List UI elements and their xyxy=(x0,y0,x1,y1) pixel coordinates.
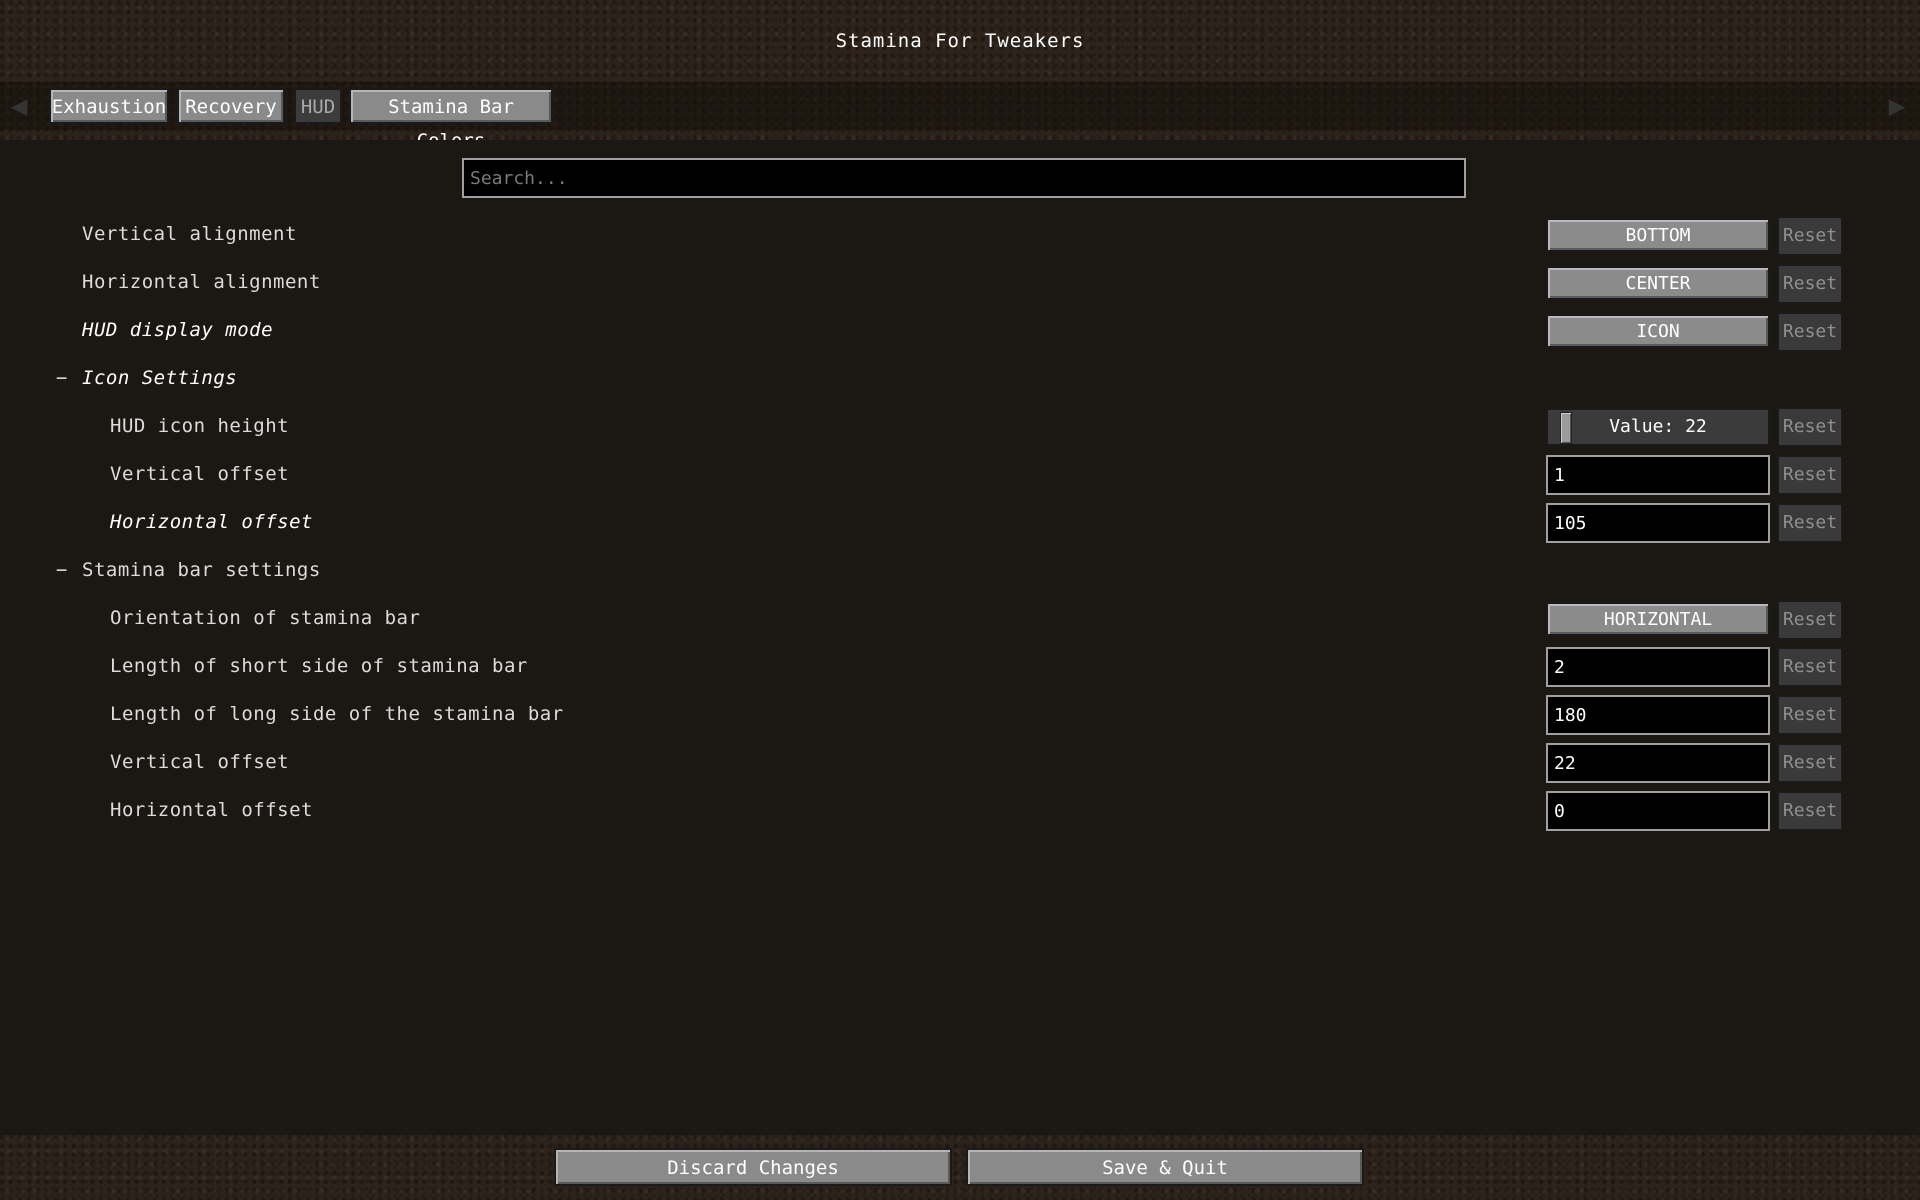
vertical-alignment-reset-button[interactable]: Reset xyxy=(1777,216,1843,256)
icon-horizontal-offset-label: Horizontal offset xyxy=(110,511,313,533)
hud-icon-height-reset-button[interactable]: Reset xyxy=(1777,407,1843,447)
horizontal-alignment-button[interactable]: CENTER xyxy=(1546,266,1770,300)
stamina-bar-orientation-label: Orientation of stamina bar xyxy=(110,607,421,629)
icon-horizontal-offset-input[interactable] xyxy=(1546,503,1770,543)
stamina-bar-settings-section-label[interactable]: Stamina bar settings xyxy=(82,559,321,581)
vertical-alignment-label: Vertical alignment xyxy=(82,223,297,245)
stamina-bar-short-side-label: Length of short side of stamina bar xyxy=(110,655,528,677)
stamina-bar-horizontal-offset-input[interactable] xyxy=(1546,791,1770,831)
stamina-bar-long-side-reset-button[interactable]: Reset xyxy=(1777,695,1843,735)
stamina-bar-vertical-offset-reset-button[interactable]: Reset xyxy=(1777,743,1843,783)
window-title: Stamina For Tweakers xyxy=(835,30,1085,52)
stamina-bar-settings-collapse-icon[interactable]: − xyxy=(56,559,67,581)
search-input[interactable] xyxy=(462,158,1466,198)
stamina-bar-horizontal-offset-label: Horizontal offset xyxy=(110,799,313,821)
icon-vertical-offset-label: Vertical offset xyxy=(110,463,290,485)
slider-handle[interactable] xyxy=(1560,412,1572,444)
stamina-bar-long-side-input[interactable] xyxy=(1546,695,1770,735)
tab-recovery[interactable]: Recovery xyxy=(177,88,285,124)
hud-icon-height-label: HUD icon height xyxy=(110,415,290,437)
footer xyxy=(0,1135,1920,1200)
stamina-bar-orientation-button[interactable]: HORIZONTAL xyxy=(1546,602,1770,636)
save-and-quit-button[interactable]: Save & Quit xyxy=(966,1148,1364,1186)
stamina-bar-vertical-offset-input[interactable] xyxy=(1546,743,1770,783)
icon-vertical-offset-reset-button[interactable]: Reset xyxy=(1777,455,1843,495)
hud-icon-height-value: Value: 22 xyxy=(1609,416,1707,437)
tab-scroll-left-icon[interactable]: ◀ xyxy=(10,90,28,122)
vertical-alignment-button[interactable]: BOTTOM xyxy=(1546,218,1770,252)
stamina-bar-horizontal-offset-reset-button[interactable]: Reset xyxy=(1777,791,1843,831)
horizontal-alignment-label: Horizontal alignment xyxy=(82,271,321,293)
discard-changes-button[interactable]: Discard Changes xyxy=(554,1148,952,1186)
stamina-bar-short-side-input[interactable] xyxy=(1546,647,1770,687)
icon-settings-collapse-icon[interactable]: − xyxy=(56,367,67,389)
stamina-bar-short-side-reset-button[interactable]: Reset xyxy=(1777,647,1843,687)
hud-display-mode-button[interactable]: ICON xyxy=(1546,314,1770,348)
stamina-bar-orientation-reset-button[interactable]: Reset xyxy=(1777,600,1843,640)
tab-stamina-bar-colors[interactable]: Stamina Bar Colors xyxy=(349,88,553,152)
horizontal-alignment-reset-button[interactable]: Reset xyxy=(1777,264,1843,304)
hud-display-mode-reset-button[interactable]: Reset xyxy=(1777,312,1843,352)
hud-display-mode-label: HUD display mode xyxy=(82,319,274,341)
hud-icon-height-slider[interactable]: Value: 22 xyxy=(1546,408,1770,446)
stamina-bar-vertical-offset-label: Vertical offset xyxy=(110,751,290,773)
icon-horizontal-offset-reset-button[interactable]: Reset xyxy=(1777,503,1843,543)
tab-scroll-right-icon[interactable]: ▶ xyxy=(1888,90,1906,122)
tab-hud[interactable]: HUD xyxy=(294,88,342,124)
icon-vertical-offset-input[interactable] xyxy=(1546,455,1770,495)
tab-exhaustion[interactable]: Exhaustion xyxy=(49,88,169,124)
icon-settings-section-label[interactable]: Icon Settings xyxy=(82,367,237,389)
stamina-bar-long-side-label: Length of long side of the stamina bar xyxy=(110,703,564,725)
tab-bar xyxy=(0,82,1920,130)
